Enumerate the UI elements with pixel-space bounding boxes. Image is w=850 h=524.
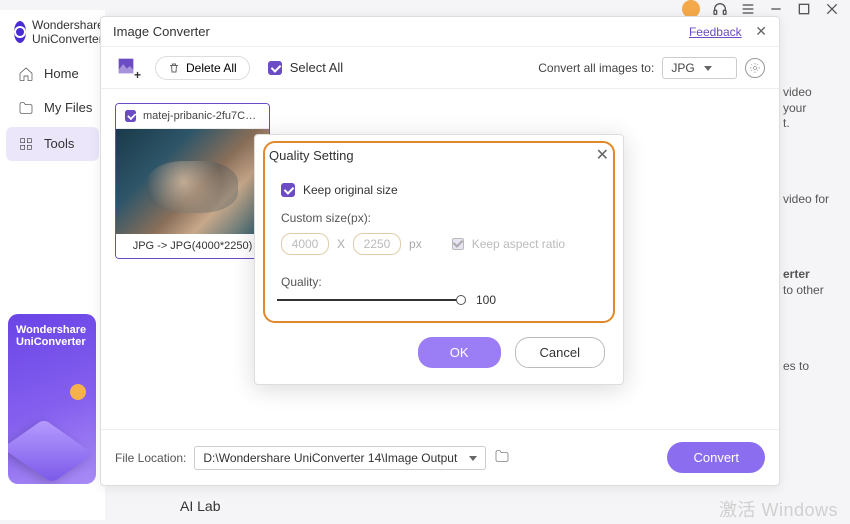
sidebar-item-myfiles[interactable]: My Files: [0, 91, 105, 125]
tile-caption: JPG -> JPG(4000*2250): [116, 234, 269, 258]
chevron-down-icon: [704, 66, 712, 71]
peek-text: video: [783, 85, 812, 99]
tile-filename: matej-pribanic-2fu7CskIT...: [143, 110, 261, 122]
convert-button[interactable]: Convert: [667, 442, 765, 473]
windows-watermark: 激活 Windows: [719, 496, 838, 522]
home-icon: [18, 66, 34, 82]
modal-close-icon[interactable]: ✕: [596, 145, 609, 165]
sidebar-item-tools[interactable]: Tools: [6, 127, 99, 161]
feedback-link[interactable]: Feedback: [689, 25, 742, 39]
height-input[interactable]: 2250: [353, 233, 401, 255]
open-folder-button[interactable]: [494, 448, 510, 467]
promo-line2: UniConverter: [16, 336, 88, 348]
settings-frame: Keep original size Custom size(px): 4000…: [263, 141, 615, 323]
add-image-button[interactable]: +: [115, 55, 137, 80]
chevron-down-icon: [469, 456, 477, 461]
sidebar-item-label: Tools: [44, 136, 74, 151]
peek-text: to other: [783, 283, 824, 297]
delete-all-label: Delete All: [186, 61, 237, 75]
peek-text: es to: [783, 359, 843, 375]
aspect-checkbox[interactable]: [452, 238, 464, 250]
image-tile[interactable]: matej-pribanic-2fu7CskIT... JPG -> JPG(4…: [115, 103, 270, 259]
gear-icon: [749, 62, 761, 74]
file-location-label: File Location:: [115, 451, 186, 465]
folder-icon: [18, 100, 34, 116]
quality-slider[interactable]: [277, 293, 462, 307]
sidebar-item-label: My Files: [44, 100, 92, 115]
window-close-icon[interactable]: ✕: [755, 23, 767, 39]
ai-lab-label: AI Lab: [180, 498, 220, 514]
select-all-checkbox[interactable]: Select All: [268, 60, 343, 75]
window-footer: File Location: D:\Wondershare UniConvert…: [101, 429, 779, 485]
minimize-icon[interactable]: [768, 1, 784, 17]
custom-size-label: Custom size(px):: [281, 211, 601, 225]
quality-setting-modal: Quality Setting ✕ Keep original size Cus…: [254, 134, 624, 385]
format-select[interactable]: JPG: [662, 57, 737, 79]
background-peek: video your t. video for erter to other e…: [783, 85, 843, 434]
peek-text: t.: [783, 116, 790, 130]
aspect-label: Keep aspect ratio: [472, 237, 565, 251]
sidebar-item-home[interactable]: Home: [0, 57, 105, 91]
promo-decoration-icon: [70, 384, 86, 400]
cancel-button[interactable]: Cancel: [515, 337, 605, 368]
px-label: px: [409, 237, 422, 251]
slider-track: [277, 299, 462, 301]
tools-icon: [18, 136, 34, 152]
select-all-label: Select All: [290, 60, 343, 75]
window-header: Image Converter Feedback ✕: [101, 17, 779, 47]
folder-icon: [494, 448, 510, 464]
file-location-select[interactable]: D:\Wondershare UniConverter 14\Image Out…: [194, 446, 486, 470]
tile-thumbnail: [116, 129, 269, 234]
peek-text: your: [783, 101, 806, 115]
promo-line1: Wondershare: [16, 324, 88, 336]
format-value: JPG: [671, 61, 694, 75]
maximize-icon[interactable]: [796, 1, 812, 17]
promo-card[interactable]: Wondershare UniConverter: [8, 314, 96, 484]
peek-text: video for: [783, 192, 843, 208]
ok-button[interactable]: OK: [418, 337, 501, 368]
hamburger-icon[interactable]: [740, 1, 756, 17]
keep-original-label: Keep original size: [303, 183, 398, 197]
x-separator: X: [337, 237, 345, 251]
checkbox-checked-icon: [281, 183, 295, 197]
quality-value: 100: [476, 293, 496, 307]
keep-original-checkbox[interactable]: Keep original size: [281, 183, 601, 197]
plus-icon: +: [134, 68, 141, 82]
quality-label: Quality:: [281, 275, 601, 289]
delete-all-button[interactable]: Delete All: [155, 56, 250, 80]
headset-icon[interactable]: [712, 1, 728, 17]
modal-title: Quality Setting: [269, 148, 354, 163]
window-toolbar: + Delete All Select All Convert all imag…: [101, 47, 779, 89]
brand: Wondershare UniConverter: [0, 10, 105, 57]
sidebar-item-label: Home: [44, 66, 79, 81]
brand-line2: UniConverter: [32, 32, 104, 46]
trash-icon: [168, 62, 180, 74]
checkbox-checked-icon: [268, 61, 282, 75]
brand-logo-icon: [14, 21, 26, 43]
file-location-path: D:\Wondershare UniConverter 14\Image Out…: [203, 451, 457, 465]
brand-line1: Wondershare: [32, 18, 104, 32]
close-icon[interactable]: [824, 1, 840, 17]
width-input[interactable]: 4000: [281, 233, 329, 255]
slider-thumb-icon[interactable]: [456, 295, 466, 305]
peek-text: erter: [783, 267, 810, 281]
settings-button[interactable]: [745, 58, 765, 78]
window-title: Image Converter: [113, 24, 210, 39]
brand-text: Wondershare UniConverter: [32, 18, 104, 47]
convert-all-label: Convert all images to:: [538, 61, 654, 75]
tile-checkbox-icon[interactable]: [125, 110, 136, 122]
